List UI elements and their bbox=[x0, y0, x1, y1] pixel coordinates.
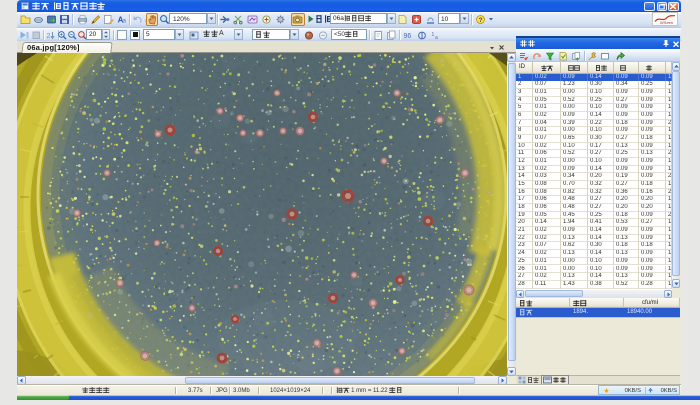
svg-text:2: 2 bbox=[47, 33, 51, 40]
svg-text:WSeen: WSeen bbox=[660, 20, 673, 25]
svg-text:a: a bbox=[122, 18, 126, 24]
svg-text:a: a bbox=[435, 35, 438, 40]
svg-text:?: ? bbox=[479, 17, 483, 24]
svg-text:96: 96 bbox=[404, 33, 412, 40]
